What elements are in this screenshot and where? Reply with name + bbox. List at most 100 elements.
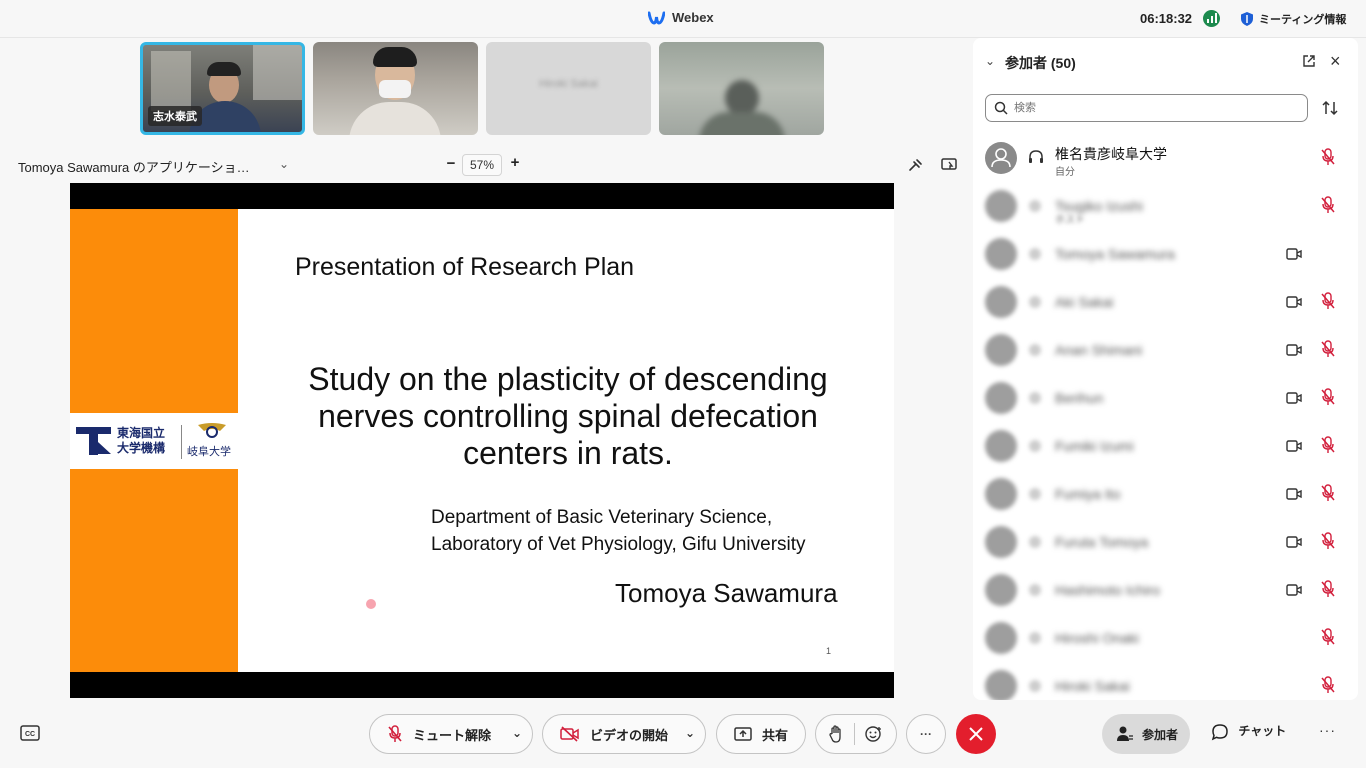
participants-header: ⌄ 参加者 (50) × xyxy=(973,38,1358,86)
network-signal-icon[interactable] xyxy=(1203,10,1220,27)
audio-status-icon xyxy=(1029,248,1041,260)
slide-heading: Presentation of Research Plan xyxy=(295,253,635,281)
audio-status-icon xyxy=(1029,488,1041,500)
raise-hand-icon[interactable] xyxy=(828,725,844,743)
app-title: Webex xyxy=(648,10,714,25)
tokai-logo-icon xyxy=(76,427,111,455)
audio-options-chevron-icon[interactable]: ⌄ xyxy=(512,726,522,740)
video-options-chevron-icon[interactable]: ⌄ xyxy=(685,726,695,740)
video-thumbnail[interactable] xyxy=(313,42,478,135)
meeting-info-button[interactable]: ミーティング情報 xyxy=(1241,11,1346,27)
video-thumbnail-active-speaker[interactable]: 志水泰武 xyxy=(140,42,305,135)
avatar xyxy=(985,382,1017,414)
video-thumbnail[interactable] xyxy=(659,42,824,135)
share-source-title: Tomoya Sawamura のアプリケーショ… xyxy=(18,160,250,175)
participant-name: Berihun xyxy=(1055,390,1104,406)
zoom-level[interactable]: 57% xyxy=(462,154,502,176)
participant-row[interactable]: Hiroshi Onaki xyxy=(973,616,1358,664)
audio-status-icon xyxy=(1029,392,1041,404)
close-icon xyxy=(969,727,983,741)
camera-icon xyxy=(1286,296,1302,308)
shared-content-frame: 東海国立 大学機構 岐阜大学 Presentation of Research P… xyxy=(70,183,894,698)
sort-icon[interactable] xyxy=(1321,99,1339,117)
end-call-button[interactable] xyxy=(956,714,996,754)
participant-name-tag: 志水泰武 xyxy=(148,106,202,126)
participant-role: 自分 xyxy=(1055,167,1075,178)
more-options-button[interactable]: ··· xyxy=(906,714,946,754)
participant-name: Fumiya Ito xyxy=(1055,486,1121,502)
zoom-out-button[interactable]: − xyxy=(444,155,458,172)
mic-muted-icon xyxy=(1321,628,1335,645)
popout-icon[interactable] xyxy=(1302,54,1316,68)
avatar xyxy=(985,526,1017,558)
participant-row[interactable]: Tsugiko Izushi ホスト xyxy=(973,184,1358,232)
participant-row[interactable]: Aki Sakai xyxy=(973,280,1358,328)
slide-author: Tomoya Sawamura xyxy=(615,578,838,608)
avatar xyxy=(985,574,1017,606)
participant-search[interactable] xyxy=(985,94,1308,122)
avatar xyxy=(985,430,1017,462)
mouse-pointer-highlight xyxy=(366,599,376,609)
mic-muted-icon xyxy=(1321,436,1335,453)
start-video-button[interactable]: ビデオの開始 ⌄ xyxy=(542,714,706,754)
audio-status-icon xyxy=(1029,296,1041,308)
participant-row[interactable]: Anan Shimani xyxy=(973,328,1358,376)
participant-row[interactable]: Hashimoto Ichiro xyxy=(973,568,1358,616)
camera-icon xyxy=(1286,440,1302,452)
emoji-reaction-icon[interactable] xyxy=(865,725,883,743)
mic-muted-icon xyxy=(1321,484,1335,501)
avatar xyxy=(985,622,1017,654)
chat-button[interactable]: チャット xyxy=(1211,722,1286,741)
avatar xyxy=(985,334,1017,366)
gifu-logo-icon xyxy=(198,423,226,438)
participant-name: Hiroki Sakai xyxy=(1055,678,1130,694)
video-off-icon xyxy=(560,726,579,742)
slide-page-number: 1 xyxy=(826,646,832,656)
title-bar: Webex 06:18:32 ミーティング情報 xyxy=(0,0,1366,38)
audio-status-icon xyxy=(1029,680,1041,692)
unmute-button[interactable]: ミュート解除 ⌄ xyxy=(369,714,533,754)
overflow-menu-button[interactable]: ··· xyxy=(1319,722,1336,738)
audio-status-icon xyxy=(1029,200,1041,212)
participant-row[interactable]: Furuta Tomoya xyxy=(973,520,1358,568)
remote-control-icon[interactable] xyxy=(940,156,958,174)
participant-row[interactable]: Hiroki Sakai xyxy=(973,664,1358,700)
avatar xyxy=(985,238,1017,270)
participant-name: Furuta Tomoya xyxy=(1055,534,1149,550)
participant-row[interactable]: Fumiya Ito xyxy=(973,472,1358,520)
presentation-slide: 東海国立 大学機構 岐阜大学 Presentation of Research P… xyxy=(70,209,894,672)
webex-logo-icon xyxy=(648,11,665,25)
shield-icon xyxy=(1241,12,1253,26)
mic-muted-icon xyxy=(1321,148,1335,165)
camera-icon xyxy=(1286,392,1302,404)
participant-row[interactable]: Tomoya Sawamura xyxy=(973,232,1358,280)
closed-captions-icon[interactable]: CC xyxy=(20,725,40,741)
participant-name: Anan Shimani xyxy=(1055,342,1143,358)
chevron-down-icon[interactable]: ⌄ xyxy=(279,157,289,171)
video-thumbnail-avatar[interactable]: Hiroki Sakai xyxy=(486,42,651,135)
participant-name: Hiroshi Onaki xyxy=(1055,630,1140,646)
slide-main-title: Study on the plasticity of descending ne… xyxy=(308,361,828,471)
close-icon[interactable]: × xyxy=(1330,51,1341,72)
slide-department: Department of Basic Veterinary Science, xyxy=(431,507,773,528)
camera-icon xyxy=(1286,248,1302,260)
participants-toggle-button[interactable]: 参加者 xyxy=(1102,714,1190,754)
camera-icon xyxy=(1286,584,1302,596)
mic-muted-icon xyxy=(1321,388,1335,405)
logo-university-name: 岐阜大学 xyxy=(187,446,231,458)
zoom-in-button[interactable]: + xyxy=(508,154,522,171)
collapse-chevron-icon[interactable]: ⌄ xyxy=(985,54,995,68)
participant-name: Tomoya Sawamura xyxy=(1055,246,1175,262)
share-button[interactable]: 共有 xyxy=(716,714,806,754)
camera-icon xyxy=(1286,536,1302,548)
annotate-icon[interactable] xyxy=(907,156,925,174)
participant-row[interactable]: Berihun xyxy=(973,376,1358,424)
mic-muted-icon xyxy=(388,725,402,742)
participant-name-blurred: Hiroki Sakai xyxy=(539,78,598,90)
audio-status-icon xyxy=(1029,344,1041,356)
avatar xyxy=(985,142,1017,174)
participant-row[interactable]: 椎名貴彦岐阜大学 自分 xyxy=(973,136,1358,184)
participant-row[interactable]: Fumiki Izumi xyxy=(973,424,1358,472)
search-input[interactable] xyxy=(1014,99,1294,117)
headset-icon xyxy=(1029,150,1043,163)
